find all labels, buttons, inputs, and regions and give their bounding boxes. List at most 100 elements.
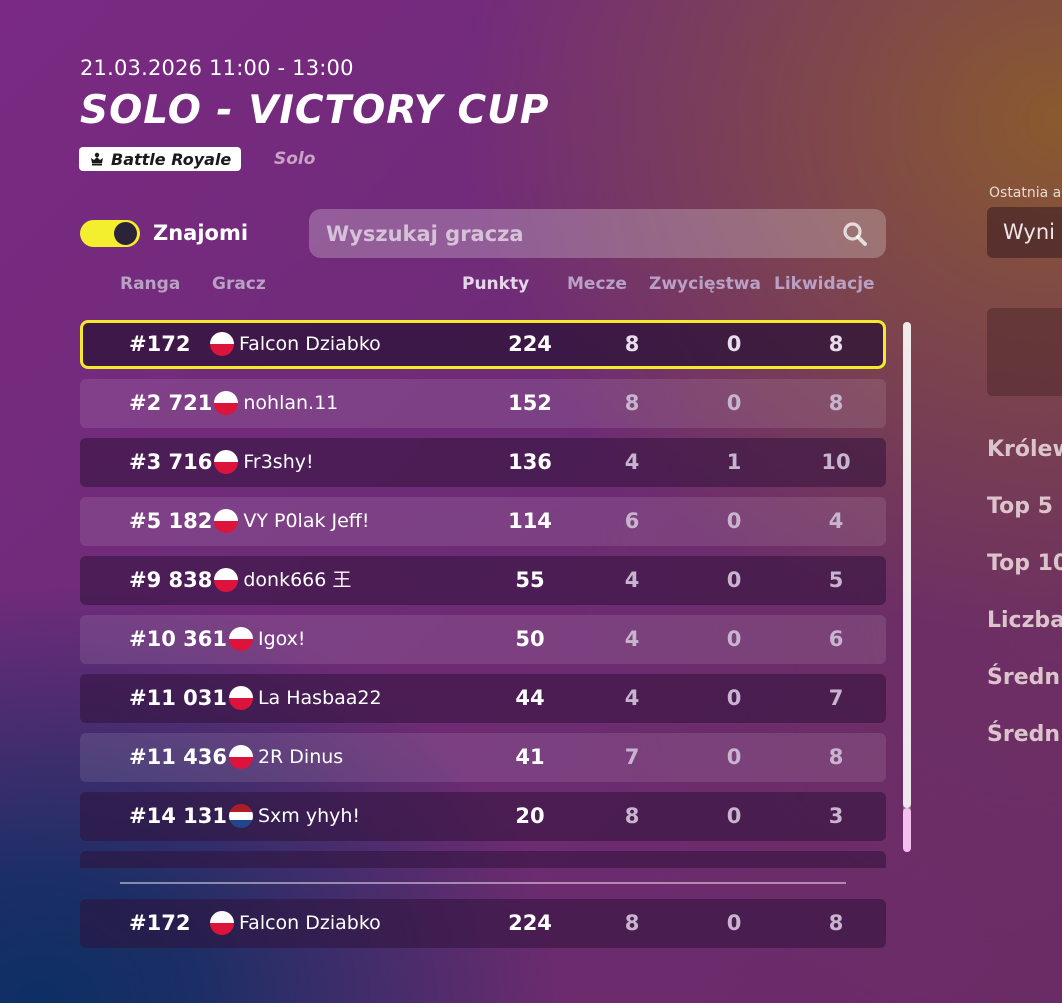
row-wins: 0	[726, 686, 742, 710]
row-flag	[210, 332, 234, 356]
column-matches[interactable]: Mecze	[567, 274, 627, 294]
table-row[interactable]: #11 031 La Hasbaa22 44 4 0 7	[80, 674, 886, 723]
row-player-name[interactable]: nohlan.11	[243, 379, 338, 428]
row-points: 55	[515, 568, 545, 592]
row-points: 50	[515, 627, 545, 651]
table-row[interactable]: #11 436 2R Dinus 41 7 0 8	[80, 733, 886, 782]
row-player-name[interactable]: Falcon Dziabko	[239, 899, 381, 948]
row-eliminations: 8	[828, 391, 844, 415]
row-flag	[214, 391, 239, 415]
row-rank: #10 361	[129, 627, 227, 651]
column-player: Gracz	[212, 274, 266, 294]
table-row[interactable]: #9 838 donk666 王 55 4 0 5	[80, 556, 886, 605]
row-wins: 0	[726, 804, 742, 828]
mode-label: Battle Royale	[111, 149, 232, 169]
row-player-name[interactable]: donk666 王	[243, 556, 351, 605]
column-points[interactable]: Punkty	[462, 274, 529, 294]
stat-label: Średn	[987, 722, 1061, 747]
flag-poland-icon	[214, 509, 239, 533]
row-player-name[interactable]: La Hasbaa22	[258, 674, 382, 723]
row-rank: #172	[129, 911, 191, 935]
row-player-name[interactable]: 2R Dinus	[258, 733, 343, 782]
row-rank: #9 838	[129, 568, 213, 592]
row-player-name[interactable]: Fr3shy!	[243, 438, 313, 487]
row-rank: #172	[129, 332, 191, 356]
leaderboard-list[interactable]: #172 Falcon Dziabko 224 8 0 8 #2 721 nohlan.11 1…	[80, 320, 886, 868]
flag-poland-icon	[214, 568, 239, 592]
row-rank: #11 031	[129, 686, 227, 710]
row-matches: 6	[624, 509, 640, 533]
row-matches: 4	[624, 627, 640, 651]
submode-label: Solo	[274, 149, 316, 169]
search-input[interactable]	[324, 220, 840, 247]
session-select-value: Wyni	[1003, 220, 1055, 244]
row-rank: #11 436	[129, 745, 227, 769]
row-wins: 0	[726, 745, 742, 769]
event-datetime: 21.03.2026 11:00 - 13:00	[80, 56, 354, 80]
stat-label: Królew	[987, 437, 1062, 462]
row-wins: 0	[726, 568, 742, 592]
row-player-name[interactable]: Igox!	[258, 615, 306, 664]
row-points: 224	[508, 332, 552, 356]
stat-label: Średn	[987, 665, 1061, 690]
row-player-name[interactable]: VY P0lak Jeff!	[243, 497, 369, 546]
row-flag	[228, 686, 253, 710]
stat-label: Liczba	[987, 608, 1062, 633]
stat-label: Top 5	[987, 494, 1053, 519]
row-flag	[228, 804, 253, 828]
row-eliminations: 6	[828, 627, 844, 651]
row-rank: #14 131	[129, 804, 227, 828]
row-points: 20	[515, 804, 545, 828]
scrollbar[interactable]	[903, 322, 911, 852]
flag-poland-icon	[228, 627, 253, 651]
event-title: SOLO - VICTORY CUP	[80, 88, 550, 133]
flag-poland-icon	[214, 450, 239, 474]
scrollbar-thumb[interactable]	[903, 808, 911, 852]
search-icon[interactable]	[840, 219, 870, 249]
row-flag	[228, 627, 253, 651]
row-matches: 8	[624, 332, 640, 356]
table-row[interactable]: #2 721 nohlan.11 152 8 0 8	[80, 379, 886, 428]
row-matches: 7	[624, 745, 640, 769]
row-wins: 0	[726, 332, 742, 356]
flag-poland-icon	[210, 911, 234, 935]
flag-poland-icon	[210, 332, 234, 356]
row-rank: #5 182	[129, 509, 213, 533]
column-wins[interactable]: Zwycięstwa	[649, 274, 761, 294]
row-matches: 4	[624, 568, 640, 592]
table-row[interactable]: #3 716 Fr3shy! 136 4 1 10	[80, 438, 886, 487]
my-standing: #172 Falcon Dziabko 224 8 0 8	[80, 899, 886, 948]
friends-toggle[interactable]	[80, 220, 140, 247]
table-row[interactable]: #5 182 VY P0lak Jeff! 114 6 0 4	[80, 497, 886, 546]
row-eliminations: 8	[828, 332, 844, 356]
row-matches: 4	[624, 686, 640, 710]
row-player-name[interactable]: Falcon Dziabko	[239, 320, 381, 369]
row-matches: 4	[624, 450, 640, 474]
row-matches: 8	[624, 391, 640, 415]
row-wins: 0	[726, 509, 742, 533]
player-card	[987, 308, 1062, 396]
row-wins: 0	[726, 911, 742, 935]
table-row[interactable]: #172 Falcon Dziabko 224 8 0 8	[80, 320, 886, 369]
flag-netherlands-icon	[228, 804, 253, 828]
row-points: 224	[508, 911, 552, 935]
session-select[interactable]: Wyni	[987, 207, 1062, 258]
row-eliminations: 4	[828, 509, 844, 533]
stat-label: Top 10	[987, 551, 1062, 576]
player-search[interactable]	[309, 209, 886, 258]
row-player-name[interactable]: Sxm yhyh!	[258, 792, 360, 841]
row-eliminations: 5	[828, 568, 844, 592]
table-row[interactable]: #10 361 Igox! 50 4 0 6	[80, 615, 886, 664]
table-row[interactable]: #172 Falcon Dziabko 224 8 0 8	[80, 899, 886, 948]
row-points: 152	[508, 391, 552, 415]
row-points: 114	[508, 509, 552, 533]
row-wins: 0	[726, 391, 742, 415]
column-eliminations[interactable]: Likwidacje	[774, 274, 875, 294]
row-flag	[214, 450, 239, 474]
table-row[interactable]: #14 131 Sxm yhyh! 20 8 0 3	[80, 792, 886, 841]
row-rank: #3 716	[129, 450, 213, 474]
row-flag	[228, 745, 253, 769]
table-row[interactable]	[80, 851, 886, 868]
friends-toggle-label[interactable]: Znajomi	[153, 221, 248, 245]
row-points: 136	[508, 450, 552, 474]
